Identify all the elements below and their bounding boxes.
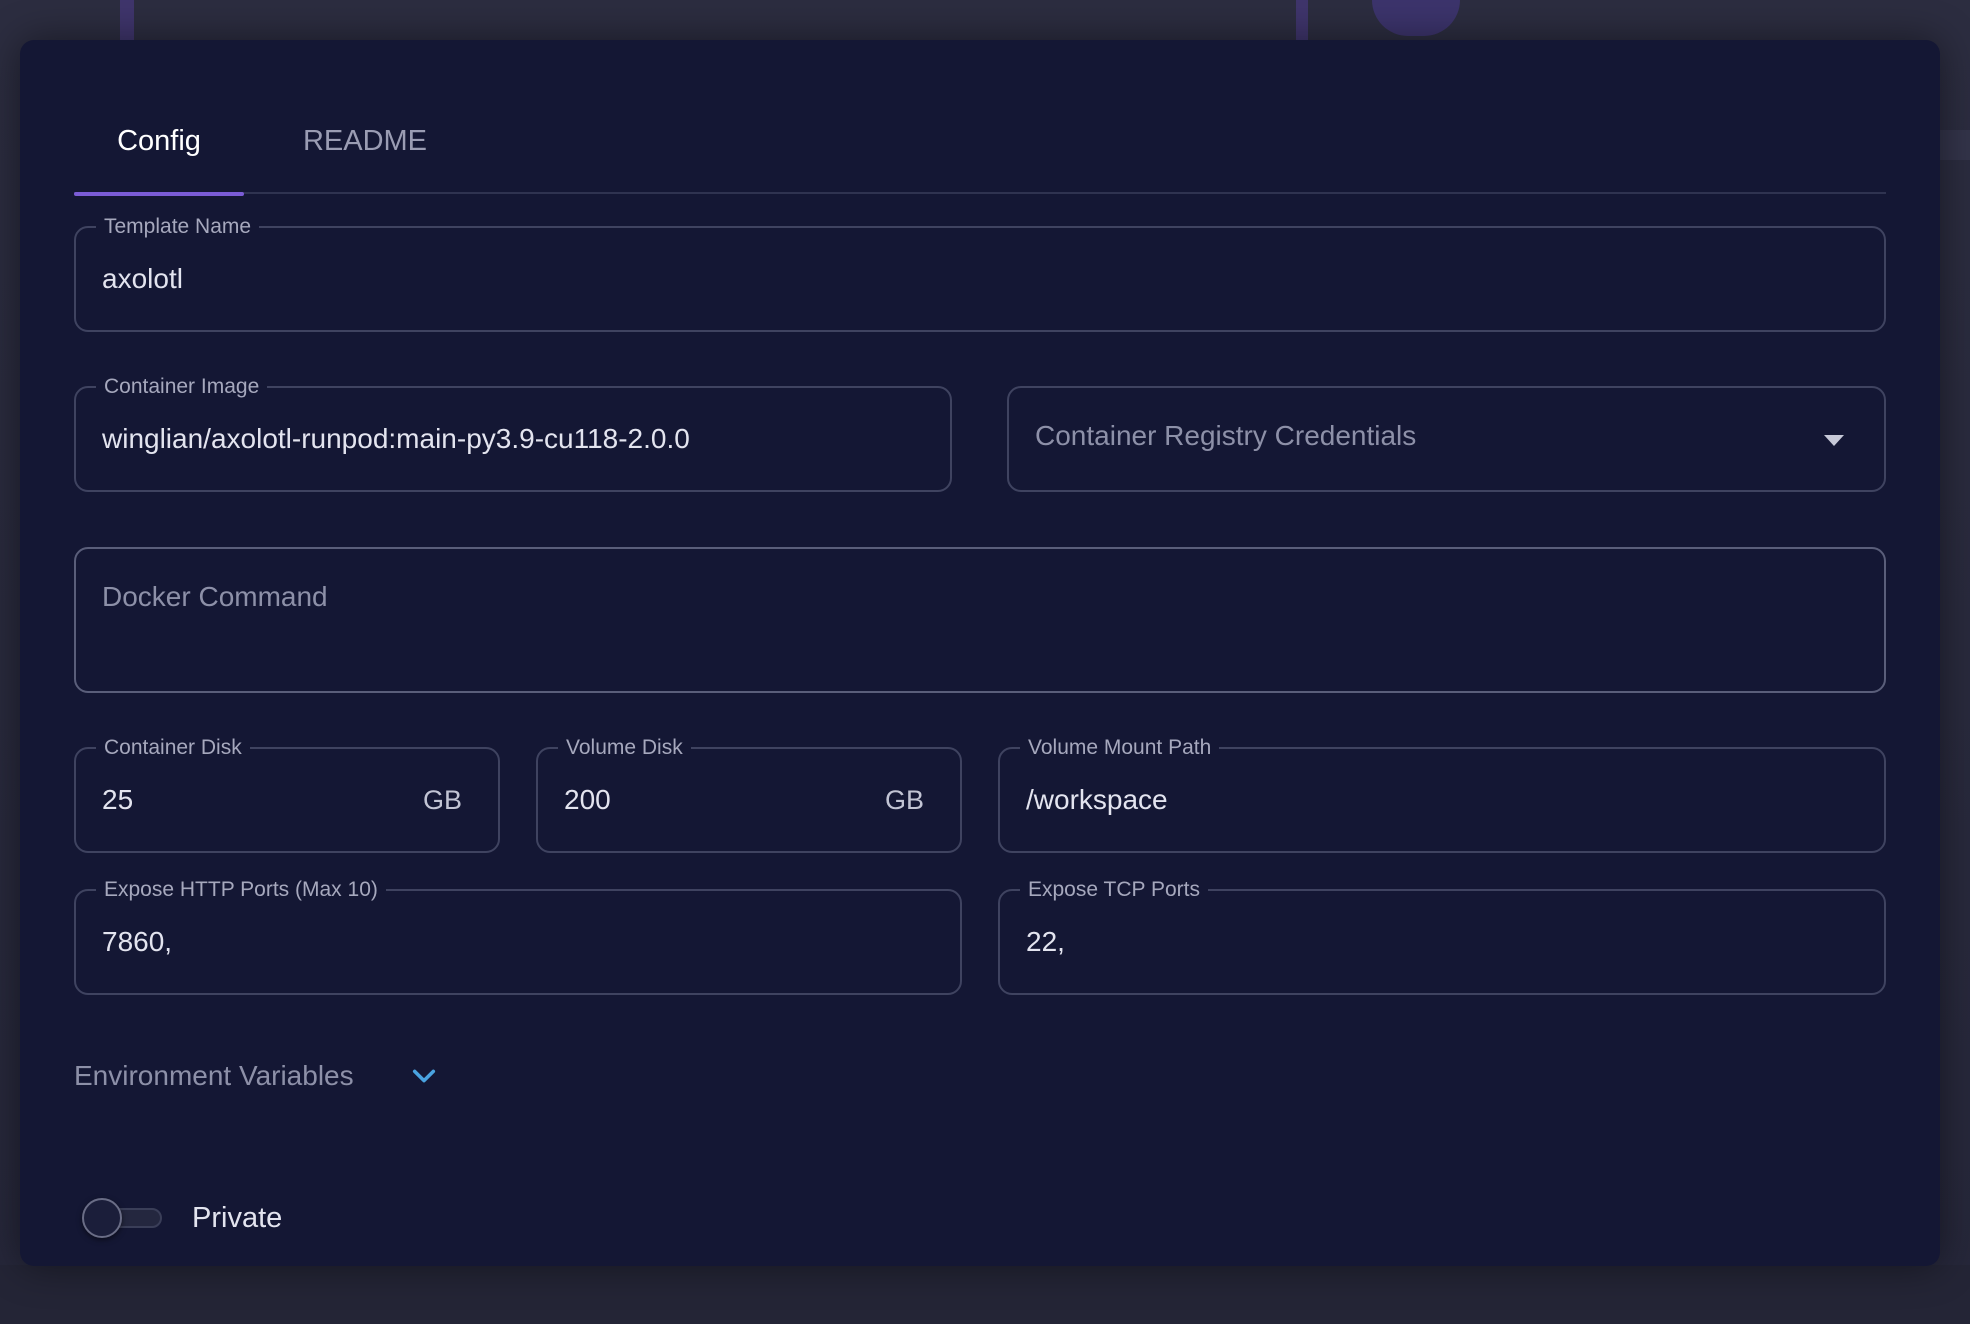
template-config-modal: Config README Template Name axolotl Cont… xyxy=(20,40,1940,1266)
container-disk-value[interactable]: 25 xyxy=(102,749,133,851)
docker-command-placeholder: Docker Command xyxy=(102,581,328,612)
volume-mount-path-value[interactable]: /workspace xyxy=(1026,749,1168,851)
container-image-field[interactable]: Container Image winglian/axolotl-runpod:… xyxy=(74,374,952,492)
registry-credentials-placeholder: Container Registry Credentials xyxy=(1035,420,1417,451)
tcp-ports-value[interactable]: 22, xyxy=(1026,891,1065,993)
volume-mount-path-field[interactable]: Volume Mount Path /workspace xyxy=(998,735,1886,853)
volume-disk-field[interactable]: Volume Disk 200 GB xyxy=(536,735,962,853)
volume-disk-value[interactable]: 200 xyxy=(564,749,611,851)
tcp-ports-field[interactable]: Expose TCP Ports 22, xyxy=(998,877,1886,995)
container-disk-unit: GB xyxy=(422,784,462,815)
tab-config[interactable]: Config xyxy=(74,88,244,196)
private-toggle[interactable] xyxy=(80,1196,164,1240)
dropdown-caret-icon[interactable] xyxy=(1824,435,1844,446)
container-image-value[interactable]: winglian/axolotl-runpod:main-py3.9-cu118… xyxy=(102,388,690,490)
chevron-down-icon[interactable] xyxy=(410,1062,438,1090)
private-toggle-row: Private xyxy=(80,1190,282,1246)
http-ports-field[interactable]: Expose HTTP Ports (Max 10) 7860, xyxy=(74,877,962,995)
volume-disk-unit: GB xyxy=(884,784,924,815)
registry-credentials-select[interactable]: Container Registry Credentials xyxy=(1007,386,1886,492)
backdrop-bar xyxy=(120,0,134,40)
backdrop-bar xyxy=(1296,0,1308,40)
container-disk-field[interactable]: Container Disk 25 GB xyxy=(74,735,500,853)
tab-readme[interactable]: README xyxy=(280,88,450,194)
backdrop-edge xyxy=(1940,130,1970,160)
toggle-knob[interactable] xyxy=(82,1198,122,1238)
docker-command-input[interactable]: Docker Command xyxy=(74,547,1886,693)
http-ports-value[interactable]: 7860, xyxy=(102,891,172,993)
template-name-field[interactable]: Template Name axolotl xyxy=(74,214,1886,332)
template-name-value[interactable]: axolotl xyxy=(102,228,183,330)
environment-variables-toggle[interactable]: Environment Variables xyxy=(74,1054,438,1098)
backdrop-logo xyxy=(1372,0,1460,36)
environment-variables-label: Environment Variables xyxy=(74,1060,354,1091)
private-label: Private xyxy=(192,1201,283,1234)
backdrop-footer xyxy=(0,1265,1970,1324)
tab-bar: Config README xyxy=(74,88,1886,196)
